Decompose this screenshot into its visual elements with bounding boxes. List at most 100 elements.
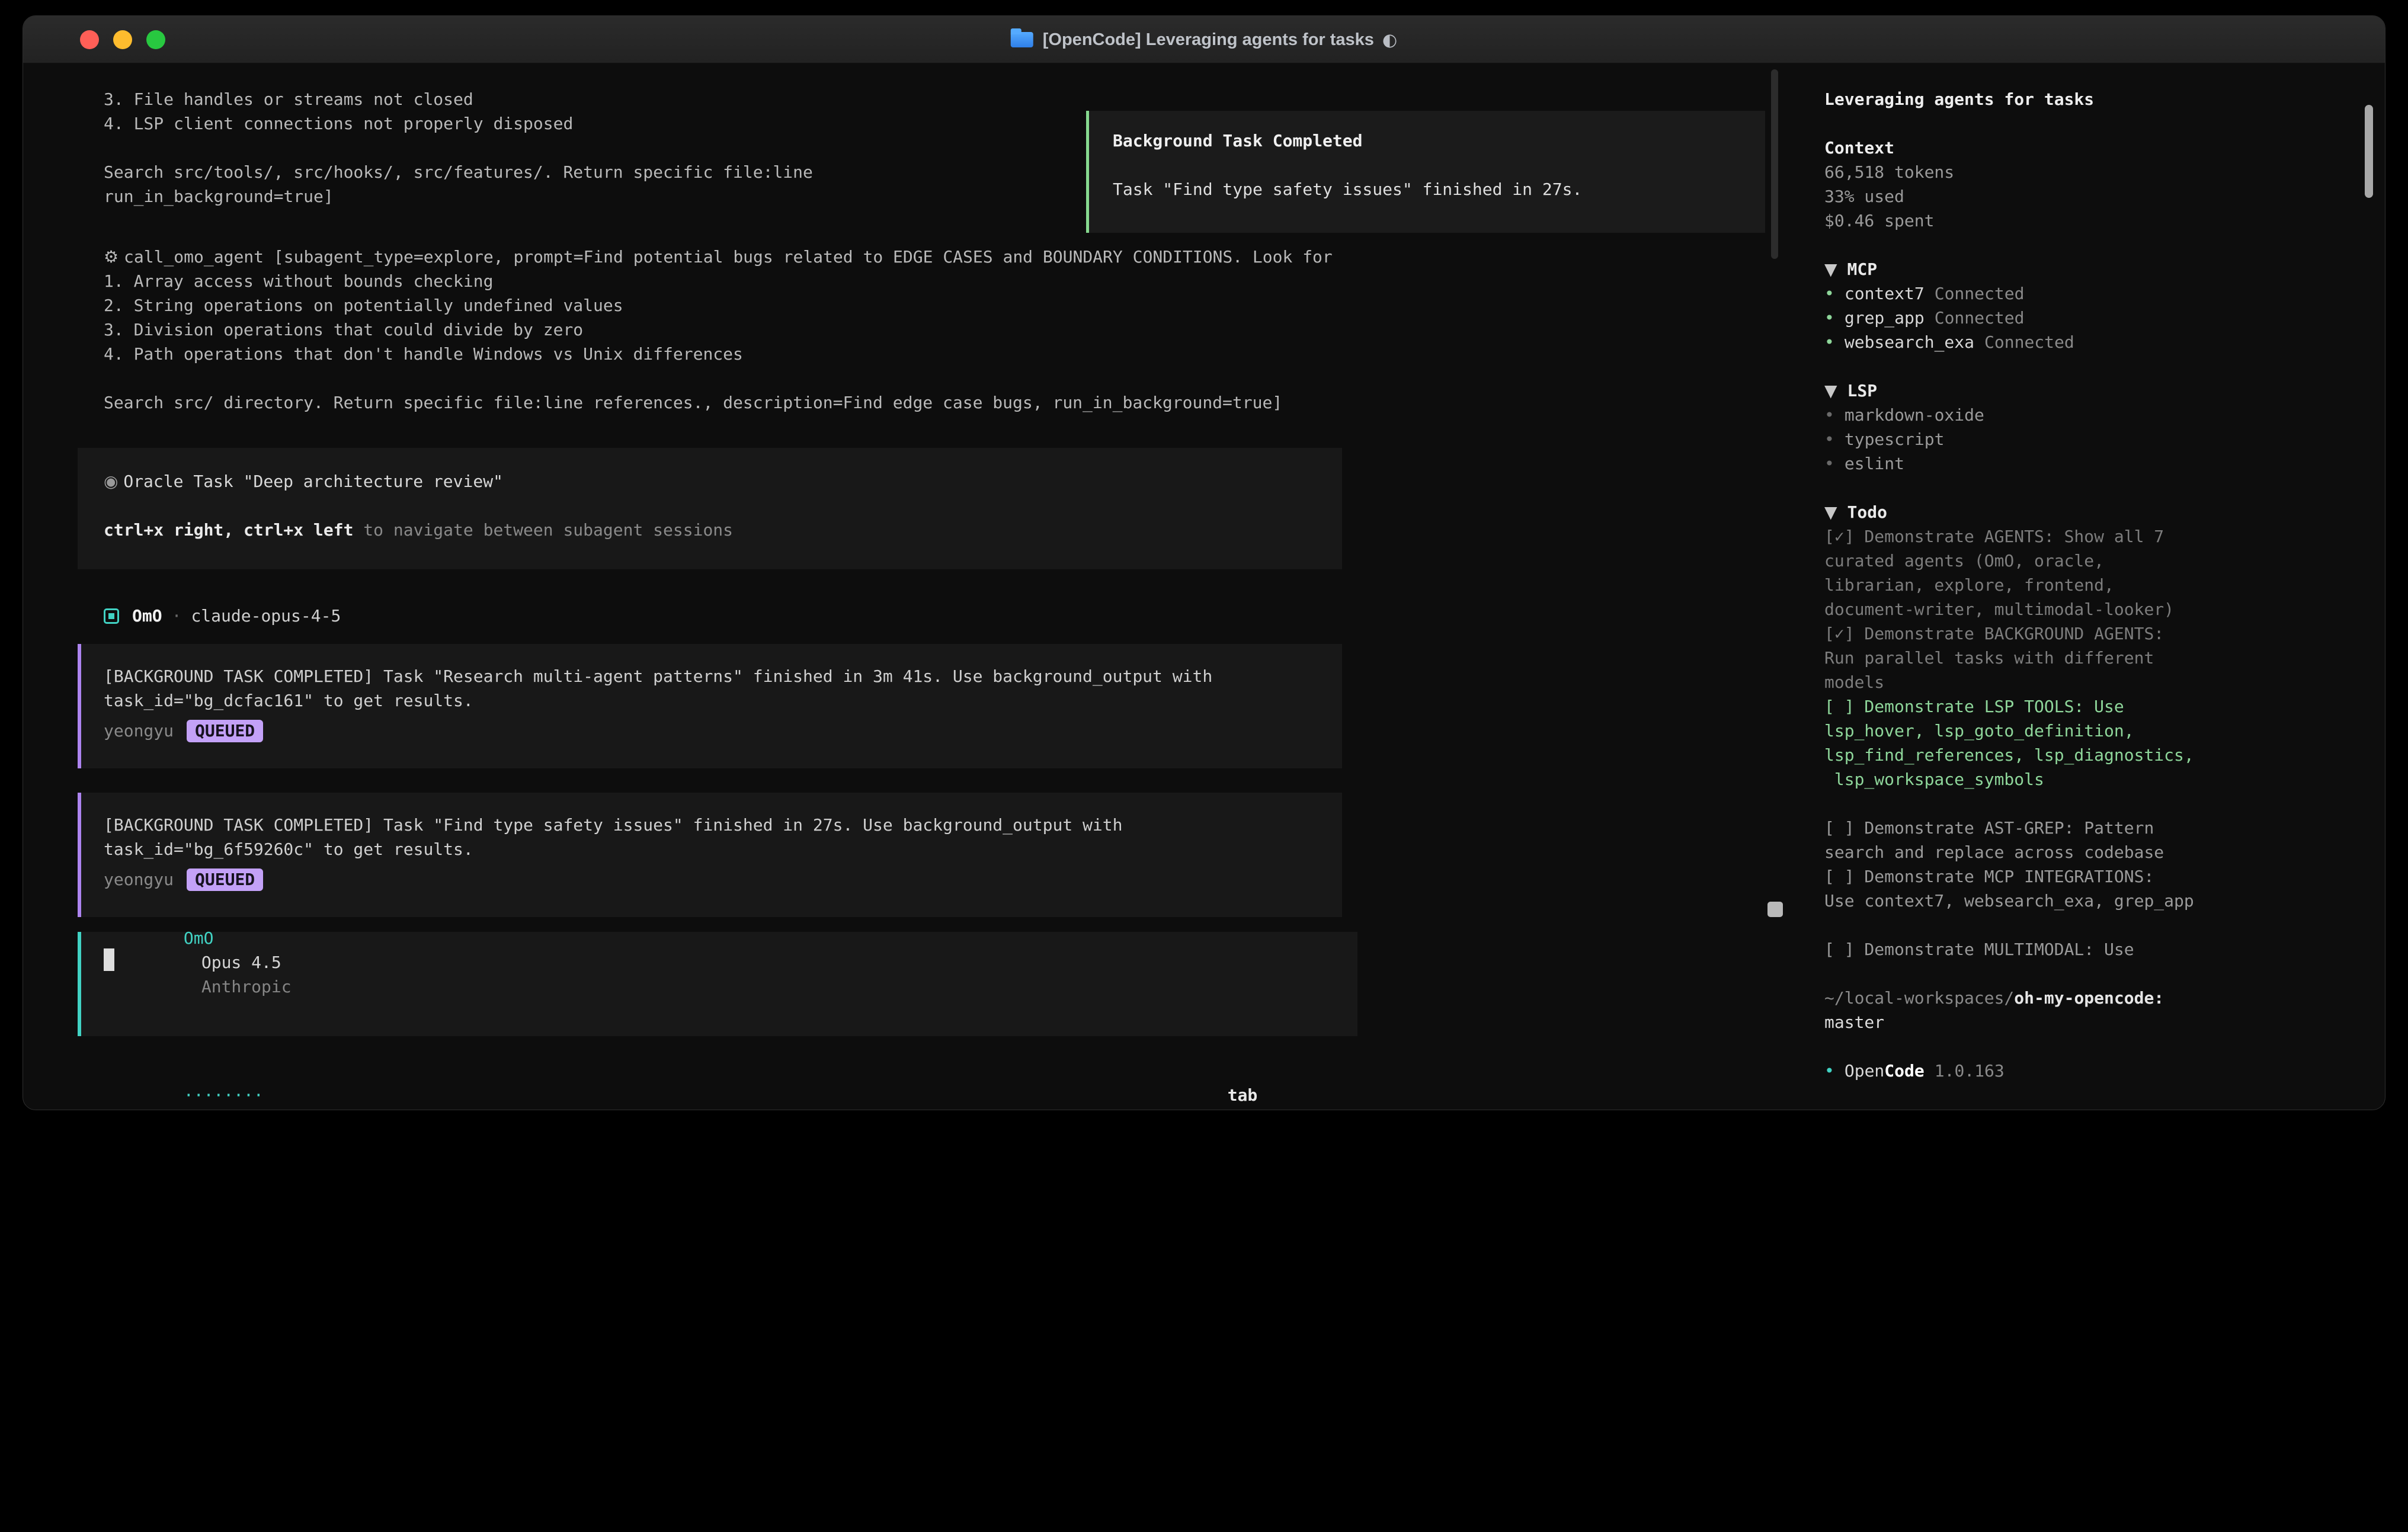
todo-line: [ ] Demonstrate LSP TOOLS: Use xyxy=(1824,694,2385,719)
chevron-down-icon: ▼ xyxy=(1824,381,1837,400)
message-meta: yeongyu QUEUED xyxy=(104,719,1342,743)
scrollback-line: 3. File handles or streams not closed xyxy=(104,87,573,111)
window-title: [OpenCode] Leveraging agents for tasks ◐ xyxy=(1011,16,1397,63)
status-left: ········ esc interrupt xyxy=(104,1059,284,1083)
version-row: •OpenCode1.0.163 xyxy=(1824,1059,2385,1083)
chevron-down-icon: ▼ xyxy=(1824,259,1837,279)
scrollback-line: run_in_background=true] xyxy=(104,184,813,209)
background-task-toast: Background Task Completed Task "Find typ… xyxy=(1086,111,1765,233)
todo-item-pending: [ ] Demonstrate MCP INTEGRATIONS: Use co… xyxy=(1824,864,2385,913)
todo-line: [ ] Demonstrate MCP INTEGRATIONS: xyxy=(1824,864,2385,889)
minimize-button[interactable] xyxy=(113,30,132,49)
session-title: Leveraging agents for tasks xyxy=(1824,87,2385,111)
scrollback-text-block: Search src/tools/, src/hooks/, src/featu… xyxy=(104,160,813,209)
message-meta: yeongyu QUEUED xyxy=(104,867,1342,892)
spacer xyxy=(1824,961,2385,986)
message-line: task_id="bg_6f59260c" to get results. xyxy=(104,837,1342,861)
oracle-shortcut-hint: ctrl+x right, ctrl+x left to navigate be… xyxy=(104,518,1342,542)
tool-call-closing: Search src/ directory. Return specific f… xyxy=(104,390,1282,415)
oracle-task-title-text: Oracle Task "Deep architecture review" xyxy=(123,472,503,491)
mcp-name: context7 xyxy=(1845,284,1925,303)
spacer xyxy=(1824,913,2385,937)
status-dot-icon: • xyxy=(1824,308,1834,328)
mcp-name: grep_app xyxy=(1845,308,1925,328)
todo-line: search and replace across codebase xyxy=(1824,840,2385,864)
input-model-name: Opus 4.5 xyxy=(201,953,281,972)
workspace-repo: oh-my-opencode: xyxy=(2014,988,2164,1008)
opencode-window: [OpenCode] Leveraging agents for tasks ◐… xyxy=(23,15,2385,1110)
mcp-heading: MCP xyxy=(1847,259,1878,279)
chat-scrollbar-track[interactable] xyxy=(1771,69,1778,259)
close-button[interactable] xyxy=(80,30,99,49)
zoom-button[interactable] xyxy=(146,30,165,49)
todo-line: lsp_workspace_symbols xyxy=(1824,767,2385,791)
mcp-status: Connected xyxy=(1984,332,2074,352)
todo-item-active: [ ] Demonstrate LSP TOOLS: Use lsp_hover… xyxy=(1824,694,2385,791)
todo-line: librarian, explore, frontend, xyxy=(1824,573,2385,597)
folder-icon xyxy=(1011,32,1033,47)
scrollback-line: Search src/tools/, src/hooks/, src/featu… xyxy=(104,160,813,184)
scrollback-text-block: 3. File handles or streams not closed 4.… xyxy=(104,87,573,136)
window-title-text: [OpenCode] Leveraging agents for tasks xyxy=(1043,30,1374,50)
mcp-section-header[interactable]: ▼ MCP xyxy=(1824,257,2385,281)
message-author: yeongyu xyxy=(104,719,174,743)
spinner-dots: ········ xyxy=(184,1085,264,1105)
mcp-item: • grep_app Connected xyxy=(1824,306,2385,330)
context-heading: Context xyxy=(1824,136,2385,160)
todo-line: Use context7, websearch_exa, grep_app xyxy=(1824,889,2385,913)
half-moon-icon: ◐ xyxy=(1382,30,1397,50)
status-bar: ········ esc interrupt tab switch agent … xyxy=(104,1059,1357,1083)
toast-title: Background Task Completed xyxy=(1113,129,1765,153)
workspace-path: ~/local-workspaces/oh-my-opencode: xyxy=(1824,986,2385,1010)
lsp-name: markdown-oxide xyxy=(1845,405,1984,425)
todo-line: [✓] Demonstrate BACKGROUND AGENTS: xyxy=(1824,621,2385,646)
mcp-status: Connected xyxy=(1935,284,2025,303)
spacer xyxy=(1824,791,2385,816)
todo-line: [✓] Demonstrate AGENTS: Show all 7 xyxy=(1824,524,2385,549)
session-sidebar: Leveraging agents for tasks Context 66,5… xyxy=(1802,16,2385,1110)
todo-section-header[interactable]: ▼Todo xyxy=(1824,500,2385,524)
lsp-item: •typescript xyxy=(1824,427,2385,451)
agent-header: OmO · claude-opus-4-5 xyxy=(104,604,341,628)
tool-call-item: 3. Division operations that could divide… xyxy=(104,318,1333,342)
traffic-lights xyxy=(80,30,165,49)
chat-scrollbar-thumb[interactable] xyxy=(1767,902,1783,917)
input-agent-name: OmO xyxy=(184,928,214,948)
message-input[interactable]: OmO Opus 4.5 Anthropic xyxy=(78,932,1357,1036)
lsp-item: •markdown-oxide xyxy=(1824,403,2385,427)
status-dot-icon: • xyxy=(1824,332,1834,352)
context-spent: $0.46 spent xyxy=(1824,209,2385,233)
todo-item-done: [✓] Demonstrate AGENTS: Show all 7 curat… xyxy=(1824,524,2385,621)
tool-call-item: 2. String operations on potentially unde… xyxy=(104,293,1333,318)
mcp-status: Connected xyxy=(1935,308,2025,328)
agent-model: claude-opus-4-5 xyxy=(191,604,341,628)
agent-name: OmO xyxy=(132,604,162,628)
tool-call-header: ⚙ call_omo_agent [subagent_type=explore,… xyxy=(104,245,1333,269)
todo-line: [ ] Demonstrate AST-GREP: Pattern xyxy=(1824,816,2385,840)
tool-call-item: 4. Path operations that don't handle Win… xyxy=(104,342,1333,366)
lsp-item: •eslint xyxy=(1824,451,2385,476)
spacer xyxy=(1824,111,2385,136)
queued-message: [BACKGROUND TASK COMPLETED] Task "Find t… xyxy=(78,793,1342,917)
input-provider-name: Anthropic xyxy=(201,977,292,996)
context-tokens: 66,518 tokens xyxy=(1824,160,2385,184)
workspace-path-prefix: ~/local-workspaces/ xyxy=(1824,988,2014,1008)
mcp-name: websearch_exa xyxy=(1845,332,1974,352)
lsp-heading: LSP xyxy=(1847,381,1878,400)
sidebar-scrollbar-thumb[interactable] xyxy=(2365,105,2373,198)
lsp-section-header[interactable]: ▼ LSP xyxy=(1824,379,2385,403)
tool-call-header-text: call_omo_agent [subagent_type=explore, p… xyxy=(124,247,1333,267)
todo-line: document-writer, multimodal-looker) xyxy=(1824,597,2385,621)
workspace-branch: master xyxy=(1824,1010,2385,1034)
spacer xyxy=(1824,1034,2385,1059)
chevron-down-icon: ▼ xyxy=(1824,502,1837,522)
spacer xyxy=(1824,354,2385,379)
queued-message: [BACKGROUND TASK COMPLETED] Task "Resear… xyxy=(78,644,1342,768)
status-dot-icon: • xyxy=(1824,284,1834,303)
status-right: tab switch agent ctrl+p commands xyxy=(1148,1059,1357,1083)
tool-call-closing-line: Search src/ directory. Return specific f… xyxy=(104,390,1282,415)
toast-body: Task "Find type safety issues" finished … xyxy=(1113,177,1765,201)
spacer xyxy=(1824,233,2385,257)
mcp-item: • context7 Connected xyxy=(1824,281,2385,306)
title-bar[interactable]: [OpenCode] Leveraging agents for tasks ◐ xyxy=(23,16,2385,63)
